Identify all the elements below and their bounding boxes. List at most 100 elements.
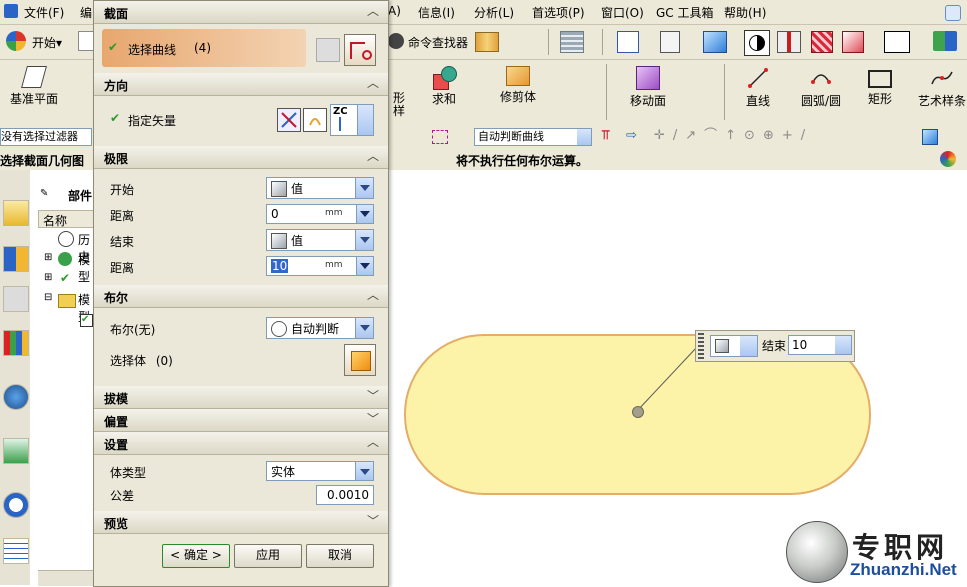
checkbox[interactable]: ✔ bbox=[80, 314, 93, 327]
menu-edit[interactable]: 编 bbox=[80, 4, 92, 21]
arc-circle-button[interactable]: 圆弧/圆 bbox=[796, 62, 846, 109]
end-distance-value: 10 bbox=[271, 259, 289, 273]
direction-header[interactable]: 方向 ︿ bbox=[94, 73, 388, 96]
arrow-right-icon[interactable]: ⇨ bbox=[626, 129, 637, 143]
start-type-dropdown[interactable]: 值 bbox=[266, 177, 374, 199]
menu-help[interactable]: 帮助(H) bbox=[724, 4, 766, 21]
extrude-button-partial[interactable]: 形样 bbox=[388, 62, 410, 118]
part-navigator-icon[interactable] bbox=[3, 286, 29, 312]
ok-button[interactable]: < 确定 > bbox=[162, 544, 230, 568]
section-header[interactable]: 截面 ︿ bbox=[94, 1, 388, 24]
vector-dialog-icon[interactable] bbox=[277, 108, 301, 132]
section-red-icon[interactable] bbox=[777, 31, 801, 53]
expand-icon[interactable]: ⊞ bbox=[44, 252, 52, 263]
horizontal-scrollbar[interactable] bbox=[38, 570, 100, 586]
start-distance-value: 0 bbox=[271, 207, 279, 221]
new-file-icon[interactable] bbox=[78, 31, 94, 51]
type-filter-field[interactable]: 没有选择过滤器 bbox=[0, 128, 92, 146]
menu-preferences[interactable]: 首选项(P) bbox=[532, 4, 585, 21]
render-style-icon[interactable] bbox=[744, 30, 770, 56]
apply-button[interactable]: 应用 bbox=[234, 544, 302, 568]
chevron-up-icon[interactable]: ︿ bbox=[366, 149, 380, 163]
unite-button[interactable]: 求和 bbox=[422, 62, 466, 107]
select-curve-row[interactable]: ✔ 选择曲线 (4) bbox=[102, 29, 306, 67]
sheet-icon[interactable] bbox=[660, 31, 680, 53]
checkmark-icon[interactable]: ✔ bbox=[60, 271, 70, 285]
chevron-down-icon[interactable]: ﹀ bbox=[366, 412, 380, 426]
boolean-header[interactable]: 布尔 ︿ bbox=[94, 285, 388, 308]
history-clock-icon[interactable] bbox=[3, 492, 29, 518]
body-type-dropdown[interactable]: 实体 bbox=[266, 461, 374, 481]
limits-header[interactable]: 极限 ︿ bbox=[94, 146, 388, 169]
cube-shaded-icon[interactable] bbox=[703, 31, 727, 53]
assembly-navigator-icon[interactable] bbox=[3, 200, 29, 226]
menu-partial[interactable]: A) bbox=[388, 4, 401, 18]
cube-red-outline-icon[interactable] bbox=[842, 31, 864, 53]
offset-header[interactable]: 偏置 ﹀ bbox=[94, 409, 388, 432]
cancel-button[interactable]: 取消 bbox=[306, 544, 374, 568]
menu-file[interactable]: 文件(F) bbox=[24, 4, 64, 21]
drag-handle[interactable] bbox=[632, 406, 644, 418]
window-restore-icon[interactable] bbox=[945, 5, 961, 21]
start-distance-input[interactable]: 0 mm bbox=[266, 204, 374, 224]
chevron-down-icon[interactable]: ﹀ bbox=[366, 389, 380, 403]
grip-handle[interactable] bbox=[698, 333, 704, 359]
start-button[interactable]: 开始▾ bbox=[32, 34, 62, 51]
selection-box-icon[interactable] bbox=[432, 130, 448, 144]
select-body-button[interactable] bbox=[344, 344, 376, 376]
menu-window[interactable]: 窗口(O) bbox=[601, 4, 644, 21]
onscreen-input-box: 结束 10 bbox=[695, 330, 855, 362]
cube-blue-icon[interactable] bbox=[922, 129, 938, 145]
background-color-icon[interactable] bbox=[884, 31, 910, 53]
menu-analysis[interactable]: 分析(L) bbox=[474, 4, 514, 21]
curve-section-icon[interactable] bbox=[344, 34, 376, 66]
chevron-up-icon[interactable]: ︿ bbox=[366, 435, 380, 449]
fit-view-icon[interactable] bbox=[617, 31, 639, 53]
datum-plane-icon bbox=[21, 66, 47, 88]
book-icon[interactable] bbox=[475, 32, 499, 52]
info-icon[interactable] bbox=[3, 384, 29, 410]
reverse-direction-icon[interactable] bbox=[303, 108, 327, 132]
studio-spline-button[interactable]: 艺术样条 bbox=[914, 62, 967, 109]
end-distance-input[interactable]: 10 mm bbox=[266, 256, 374, 276]
tolerance-input[interactable]: 0.0010 bbox=[316, 485, 374, 505]
roles-icon[interactable] bbox=[3, 538, 29, 564]
chevron-up-icon[interactable]: ︿ bbox=[366, 288, 380, 302]
collapse-icon[interactable]: ⊟ bbox=[44, 292, 52, 303]
line-button[interactable]: 直线 bbox=[740, 62, 776, 109]
intersection-icon[interactable]: ⫪ bbox=[602, 129, 616, 143]
constraint-navigator-icon[interactable] bbox=[3, 246, 29, 272]
trim-body-button[interactable]: 修剪体 bbox=[494, 62, 542, 105]
reuse-library-icon[interactable] bbox=[3, 330, 29, 356]
import-icon[interactable] bbox=[933, 31, 957, 51]
chevron-up-icon[interactable]: ︿ bbox=[366, 4, 380, 18]
chevron-up-icon[interactable]: ︿ bbox=[366, 76, 380, 90]
chevron-down-icon[interactable]: ﹀ bbox=[366, 514, 380, 528]
expand-icon[interactable]: ⊞ bbox=[44, 272, 52, 283]
rectangle-button[interactable]: 矩形 bbox=[862, 62, 898, 107]
menu-information[interactable]: 信息(I) bbox=[418, 4, 455, 21]
sketch-section-icon[interactable] bbox=[316, 38, 340, 62]
curve-rule-dropdown[interactable]: 自动判断曲线 bbox=[474, 128, 592, 146]
cube-red-icon[interactable] bbox=[811, 31, 833, 53]
web-browser-icon[interactable] bbox=[3, 438, 29, 464]
draft-header[interactable]: 拔模 ﹀ bbox=[94, 386, 388, 409]
spin-down-icon[interactable] bbox=[356, 205, 373, 223]
pin-icon[interactable]: ✎ bbox=[40, 188, 48, 199]
limit-type-dropdown[interactable] bbox=[710, 335, 758, 357]
preview-header[interactable]: 预览 ﹀ bbox=[94, 511, 388, 534]
layers-icon[interactable] bbox=[560, 31, 584, 53]
settings-header[interactable]: 设置 ︿ bbox=[94, 432, 388, 455]
onscreen-end-input[interactable]: 10 bbox=[788, 335, 852, 355]
spin-down-icon[interactable] bbox=[835, 336, 851, 354]
vector-type-dropdown[interactable]: ZC bbox=[330, 104, 374, 136]
boolean-dropdown[interactable]: 自动判断 bbox=[266, 317, 374, 339]
spin-down-icon[interactable] bbox=[356, 257, 373, 275]
color-wheel-icon[interactable] bbox=[940, 151, 956, 167]
snap-icons[interactable]: ✛/↗⌒↑⊙⊕+/ bbox=[654, 129, 904, 143]
move-face-button[interactable]: 移动面 bbox=[624, 62, 672, 109]
menu-gc-toolbox[interactable]: GC 工具箱 bbox=[656, 4, 714, 21]
end-type-dropdown[interactable]: 值 bbox=[266, 229, 374, 251]
datum-plane-button[interactable]: 基准平面 bbox=[4, 62, 64, 107]
command-finder-button[interactable]: 命令查找器 bbox=[408, 34, 468, 51]
